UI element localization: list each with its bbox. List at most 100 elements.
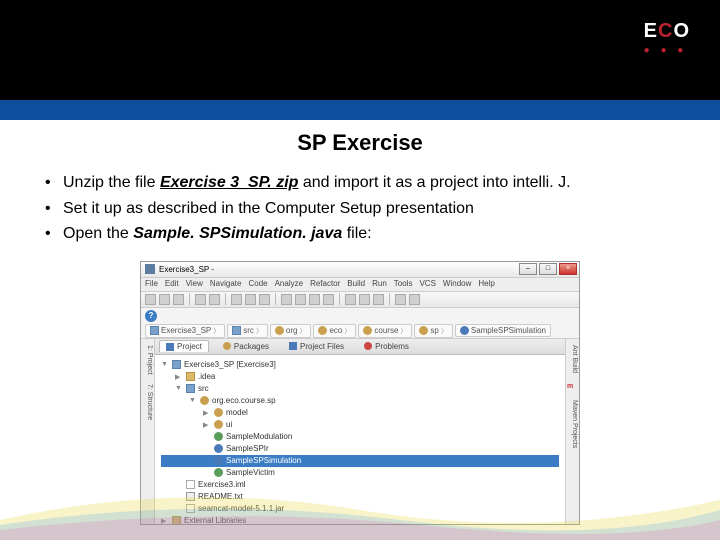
tree-label: SampleSPIr [226, 444, 269, 453]
toolbar-icon[interactable] [295, 294, 306, 305]
logo-text: ECO [644, 20, 690, 43]
tree-row[interactable]: ▼Exercise3_SP [Exercise3] [161, 359, 559, 371]
tree-row[interactable]: SampleVictim [161, 467, 559, 479]
tree-row[interactable]: ▶ ui [161, 419, 559, 431]
crumb[interactable]: src〉 [227, 324, 268, 338]
separator [275, 293, 276, 305]
twisty-icon[interactable]: ▶ [161, 517, 169, 524]
crumb[interactable]: sp〉 [414, 324, 452, 338]
menubar: File Edit View Navigate Code Analyze Ref… [141, 278, 579, 292]
separator [189, 293, 190, 305]
toolbar-icon[interactable] [345, 294, 356, 305]
twisty-icon[interactable]: ▶ [175, 373, 183, 381]
toolbar-icon[interactable] [245, 294, 256, 305]
tree-row[interactable]: Exercise3.iml [161, 479, 559, 491]
menu-item[interactable]: Window [443, 279, 471, 290]
menu-item[interactable]: File [145, 279, 158, 290]
twisty-icon[interactable]: ▼ [189, 397, 197, 404]
crumb[interactable]: course〉 [358, 324, 412, 338]
tree-row[interactable]: README.txt [161, 491, 559, 503]
tool-tab[interactable]: 7: Structure [142, 384, 153, 420]
bullet-item: Unzip the file Exercise 3_SP. zip and im… [45, 170, 690, 196]
toolbar-icon[interactable] [259, 294, 270, 305]
crumb[interactable]: SampleSPSimulation [455, 324, 551, 337]
toolbar-icon[interactable] [209, 294, 220, 305]
toolbar-icon[interactable] [281, 294, 292, 305]
tool-tab[interactable]: 1: Project [142, 345, 153, 375]
class-icon-blue [214, 444, 223, 453]
toolbar-icon[interactable] [373, 294, 384, 305]
tree-row[interactable]: SampleSPSimulation [161, 455, 559, 467]
menu-item[interactable]: Run [372, 279, 387, 290]
toolbar-icon[interactable] [159, 294, 170, 305]
slide-header: ECO ● ● ● [0, 0, 720, 100]
menu-item[interactable]: VCS [419, 279, 435, 290]
tree-label: SampleSPSimulation [226, 456, 301, 465]
tree-row[interactable]: ▶.idea [161, 371, 559, 383]
toolbar-icon[interactable] [231, 294, 242, 305]
twisty-icon[interactable]: ▶ [203, 421, 211, 429]
panel-tabs: Project Packages Project Files Problems [155, 339, 565, 355]
menu-item[interactable]: Build [347, 279, 365, 290]
twisty-icon[interactable]: ▼ [161, 361, 169, 368]
toolbar-icon[interactable] [395, 294, 406, 305]
package-icon [363, 326, 372, 335]
folder-icon [232, 326, 241, 335]
file-icon [186, 504, 195, 513]
tree-row[interactable]: ▶ model [161, 407, 559, 419]
project-panel: Project Packages Project Files Problems … [155, 339, 565, 524]
toolbar-icon[interactable] [359, 294, 370, 305]
menu-item[interactable]: Code [248, 279, 267, 290]
menu-item[interactable]: Refactor [310, 279, 340, 290]
crumb[interactable]: org〉 [270, 324, 312, 338]
minimize-button[interactable]: – [519, 263, 537, 275]
toolbar-icon[interactable] [145, 294, 156, 305]
twisty-icon[interactable]: ▶ [203, 409, 211, 417]
menu-item[interactable]: Tools [394, 279, 413, 290]
tree-label: ui [226, 420, 232, 429]
tree-row[interactable]: seamcat-model-5.1.1.jar [161, 503, 559, 515]
menu-item[interactable]: Analyze [275, 279, 303, 290]
tree-row[interactable]: SampleModulation [161, 431, 559, 443]
crumb[interactable]: eco〉 [313, 324, 356, 338]
tree-row[interactable]: ▼src [161, 383, 559, 395]
panel-tab-packages[interactable]: Packages [217, 341, 275, 352]
package-icon [318, 326, 327, 335]
right-tool-gutter: Ant Build m Maven Projects [565, 339, 579, 524]
crumb[interactable]: Exercise3_SP〉 [145, 324, 225, 338]
class-icon-blue [214, 456, 223, 465]
panel-tab-project[interactable]: Project [159, 340, 209, 352]
tool-tab[interactable]: Ant Build [567, 345, 578, 373]
menu-item[interactable]: Navigate [210, 279, 242, 290]
tree-row[interactable]: ▼org.eco.course.sp [161, 395, 559, 407]
close-button[interactable]: × [559, 263, 577, 275]
bullet-item: Open the Sample. SPSimulation. java file… [45, 221, 690, 247]
breadcrumb: Exercise3_SP〉 src〉 org〉 eco〉 course〉 sp〉… [141, 324, 579, 339]
tree-label: README.txt [198, 492, 243, 501]
panel-tab-problems[interactable]: Problems [358, 341, 415, 352]
pkg-icon [200, 396, 209, 405]
toolbar-icon[interactable] [173, 294, 184, 305]
folder-icon [172, 516, 181, 524]
tree-label: SampleVictim [226, 468, 275, 477]
tool-tab[interactable]: Maven Projects [567, 400, 578, 448]
toolbar-icon[interactable] [309, 294, 320, 305]
project-icon [166, 343, 174, 351]
class-icon [214, 432, 223, 441]
tree-label: model [226, 408, 248, 417]
help-icon[interactable]: ? [145, 310, 157, 322]
menu-item[interactable]: Edit [165, 279, 179, 290]
class-icon [214, 468, 223, 477]
ide-body: 1: Project 7: Structure Project Packages… [141, 339, 579, 524]
tree-row[interactable]: ▶External Libraries [161, 515, 559, 524]
panel-tab-files[interactable]: Project Files [283, 341, 350, 352]
maximize-button[interactable]: □ [539, 263, 557, 275]
bullet-list: Unzip the file Exercise 3_SP. zip and im… [0, 170, 720, 257]
tree-row[interactable]: SampleSPIr [161, 443, 559, 455]
menu-item[interactable]: Help [478, 279, 494, 290]
menu-item[interactable]: View [186, 279, 203, 290]
twisty-icon[interactable]: ▼ [175, 385, 183, 392]
toolbar-icon[interactable] [195, 294, 206, 305]
toolbar-icon[interactable] [323, 294, 334, 305]
toolbar-icon[interactable] [409, 294, 420, 305]
